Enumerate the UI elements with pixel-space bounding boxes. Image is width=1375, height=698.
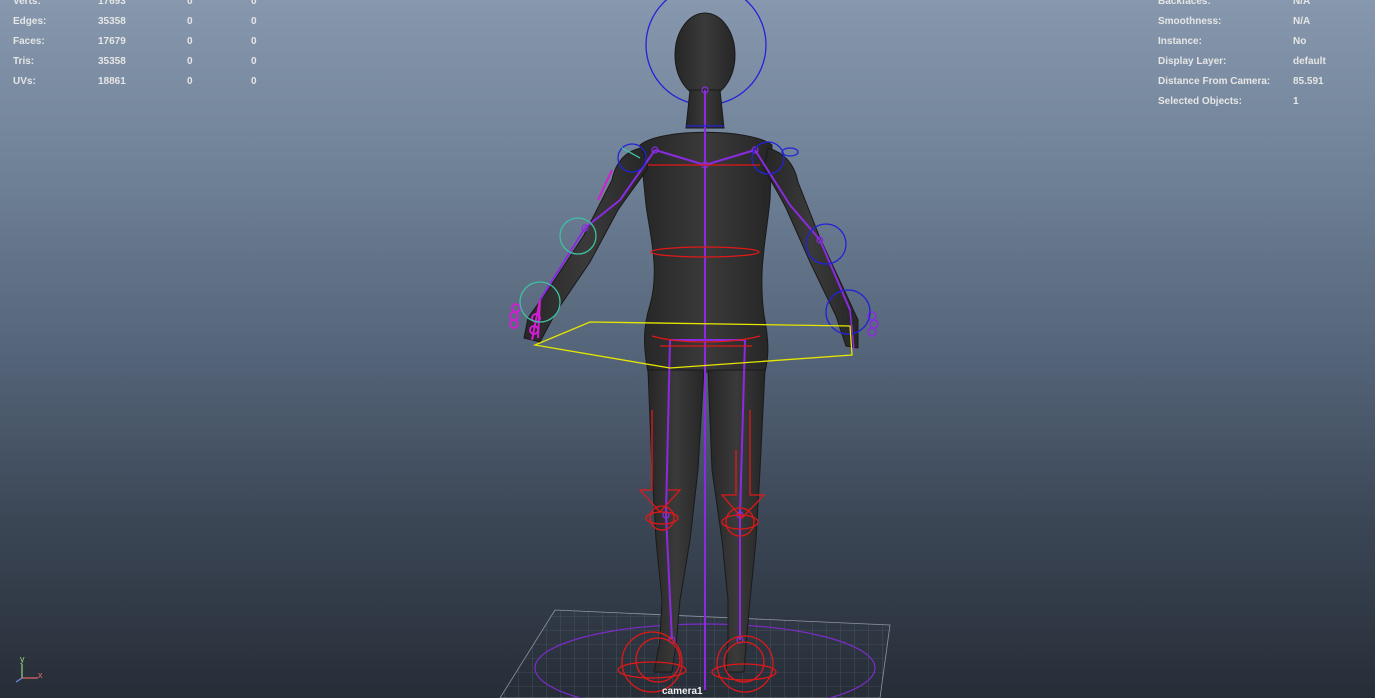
hud-label: Backfaces: — [1158, 0, 1211, 7]
hud-row-faces: Faces: 17679 0 0 — [13, 32, 273, 52]
hud-value: 35358 — [98, 16, 126, 27]
hud-value: 0 — [251, 0, 257, 7]
hud-object-details: Backfaces: N/A Smoothness: N/A Instance:… — [1158, 0, 1368, 112]
hud-value: 1 — [1293, 96, 1299, 107]
hud-value: N/A — [1293, 16, 1311, 27]
hud-value: 17679 — [98, 36, 126, 47]
axis-y-label: y — [20, 654, 25, 664]
ground-grid — [499, 609, 891, 698]
hud-label: Edges: — [13, 16, 47, 27]
hud-row-uvs: UVs: 18861 0 0 — [13, 72, 273, 92]
hud-value: default — [1293, 56, 1326, 67]
hud-value: 17693 — [98, 0, 126, 7]
hud-value: 0 — [251, 56, 257, 67]
hud-value: 0 — [187, 0, 193, 7]
hud-label: Selected Objects: — [1158, 96, 1242, 107]
hud-label: Faces: — [13, 36, 45, 47]
hud-row-smoothness: Smoothness: N/A — [1158, 12, 1368, 32]
hud-row-edges: Edges: 35358 0 0 — [13, 12, 273, 32]
hud-value: 85.591 — [1293, 76, 1324, 87]
hud-label: Display Layer: — [1158, 56, 1227, 67]
axis-icon — [15, 664, 38, 683]
hud-label: Verts: — [13, 0, 41, 7]
hud-row-tris: Tris: 35358 0 0 — [13, 52, 273, 72]
hud-value: 18861 — [98, 76, 126, 87]
hud-value: 0 — [187, 76, 193, 87]
hud-label: Instance: — [1158, 36, 1202, 47]
hud-label: Smoothness: — [1158, 16, 1222, 27]
hud-row-backfaces: Backfaces: N/A — [1158, 0, 1368, 12]
axis-x-label: x — [38, 670, 43, 680]
hud-value: 0 — [187, 56, 193, 67]
camera-name-label: camera1 — [662, 686, 703, 697]
axis-gizmo: y x — [12, 652, 52, 688]
hud-value: 0 — [187, 16, 193, 27]
hud-value: 35358 — [98, 56, 126, 67]
hud-value: 0 — [187, 36, 193, 47]
hud-value: No — [1293, 36, 1307, 47]
hud-poly-count: Verts: 17693 0 0 Edges: 35358 0 0 Faces:… — [13, 0, 273, 92]
hud-row-selected-objects: Selected Objects: 1 — [1158, 92, 1368, 112]
hud-value: 0 — [251, 76, 257, 87]
hud-row-verts: Verts: 17693 0 0 — [13, 0, 273, 12]
hud-value: 0 — [251, 16, 257, 27]
hud-label: UVs: — [13, 76, 36, 87]
hud-value: 0 — [251, 36, 257, 47]
hud-row-display-layer: Display Layer: default — [1158, 52, 1368, 72]
hud-row-instance: Instance: No — [1158, 32, 1368, 52]
character-mesh[interactable] — [523, 12, 859, 673]
hud-row-distance: Distance From Camera: 85.591 — [1158, 72, 1368, 92]
hud-label: Tris: — [13, 56, 35, 67]
hud-value: N/A — [1293, 0, 1311, 7]
hud-label: Distance From Camera: — [1158, 76, 1271, 87]
hand-joints-selected[interactable] — [509, 169, 613, 341]
